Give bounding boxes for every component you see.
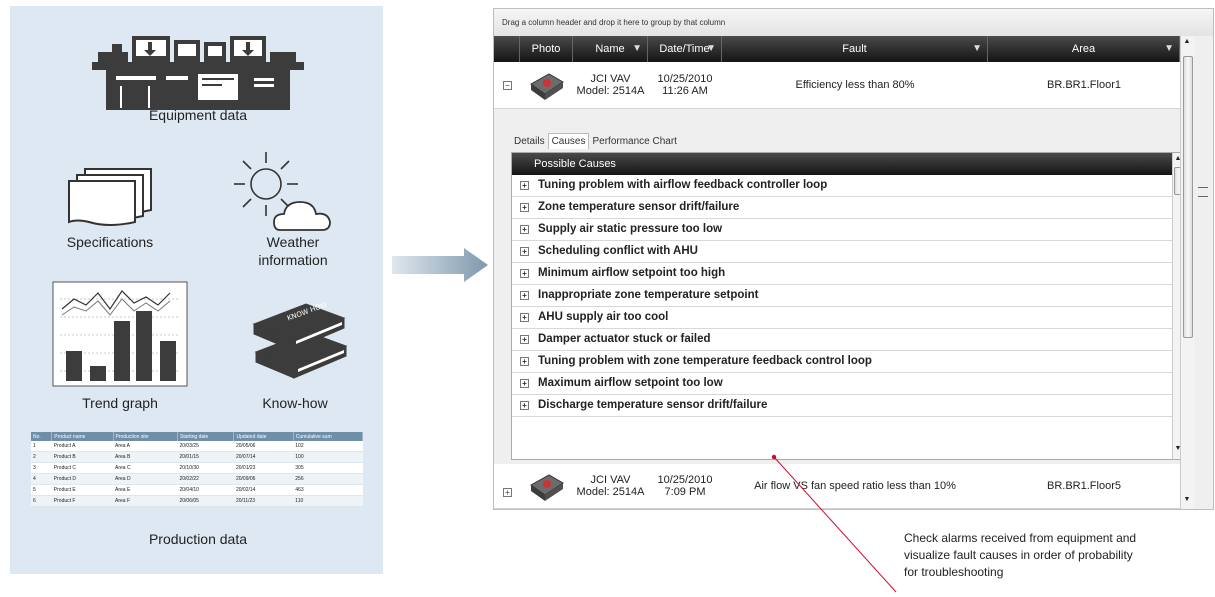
- annotation-line2: visualize fault causes in order of proba…: [904, 548, 1133, 562]
- annotation-text: Check alarms received from equipment and…: [904, 530, 1136, 581]
- annotation-line3: for troubleshooting: [904, 565, 1004, 579]
- annotation-leader-line: [771, 454, 897, 593]
- annotation-line1: Check alarms received from equipment and: [904, 531, 1137, 545]
